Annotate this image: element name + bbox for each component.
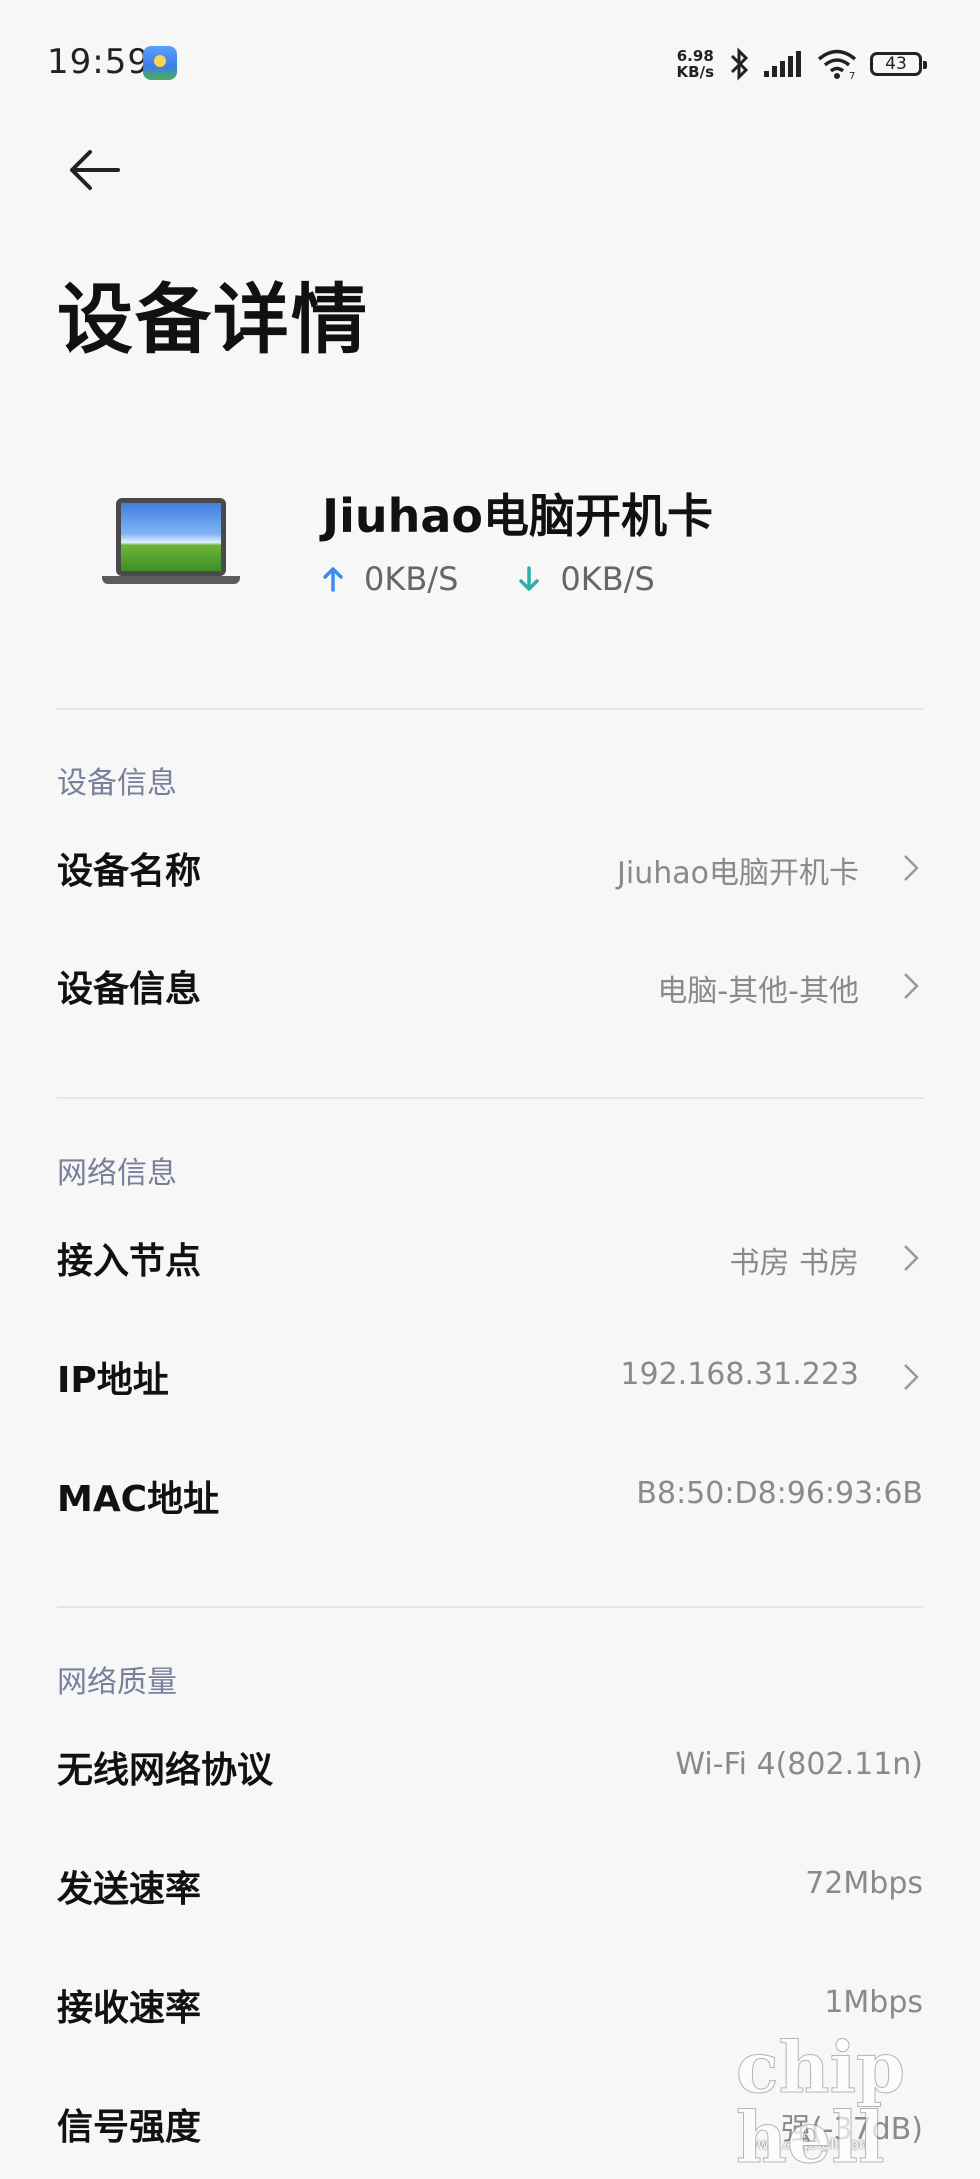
row-value: 72Mbps [805, 1866, 923, 1901]
row-value: 书房 书房 [729, 1246, 859, 1281]
section-title-network-info: 网络信息 [57, 1156, 177, 1191]
upload-speed-value: 0KB/S [364, 560, 459, 598]
back-arrow-icon[interactable] [64, 140, 124, 200]
wifi-badge: 7 [849, 71, 855, 80]
arrow-up-icon [323, 567, 343, 592]
row-wireless-protocol: 无线网络协议 Wi-Fi 4(802.11n) [57, 1727, 923, 1807]
row-value: Jiuhao电脑开机卡 [617, 856, 859, 891]
device-header: Jiuhao电脑开机卡 0KB/S 0KB/S [0, 460, 980, 660]
network-speed-unit: KB/s [676, 63, 714, 81]
row-device-info[interactable]: 设备信息 电脑-其他-其他 [57, 946, 923, 1026]
row-value: B8:50:D8:96:93:6B [636, 1476, 923, 1511]
device-speed-row: 0KB/S 0KB/S [322, 560, 655, 598]
row-label: 信号强度 [57, 2107, 202, 2148]
wifi-icon: 7 [817, 49, 857, 80]
download-speed-value: 0KB/S [560, 560, 655, 598]
row-label: 设备信息 [57, 969, 202, 1010]
device-name-title: Jiuhao电脑开机卡 [322, 489, 714, 543]
row-value: 192.168.31.223 [620, 1357, 859, 1392]
row-value: 1Mbps [824, 1985, 923, 2020]
laptop-icon [102, 498, 240, 588]
chevron-right-icon [904, 1364, 919, 1390]
row-ip-address[interactable]: IP地址 192.168.31.223 [57, 1337, 923, 1417]
row-value: 电脑-其他-其他 [657, 974, 859, 1009]
status-indicators: 6.98 KB/s 7 43 [677, 44, 927, 84]
row-label: IP地址 [57, 1360, 169, 1401]
network-speed-indicator: 6.98 KB/s [677, 48, 714, 80]
upload-speed: 0KB/S [322, 560, 458, 598]
chevron-right-icon [904, 855, 919, 881]
status-bar: 19:59 6.98 KB/s 7 43 [0, 0, 980, 120]
watermark: www.chiphell.com chip hell [736, 2032, 966, 2173]
row-value: Wi-Fi 4(802.11n) [675, 1747, 923, 1782]
chevron-right-icon [904, 1245, 919, 1271]
section-title-device-info: 设备信息 [57, 766, 177, 801]
cellular-signal-icon [764, 51, 801, 77]
divider [57, 708, 923, 710]
row-label: 接入节点 [57, 1241, 202, 1282]
chevron-right-icon [904, 973, 919, 999]
battery-level: 43 [885, 54, 907, 74]
bluetooth-icon [730, 47, 749, 81]
section-title-network-quality: 网络质量 [57, 1665, 177, 1700]
divider [57, 1097, 923, 1099]
row-send-rate: 发送速率 72Mbps [57, 1846, 923, 1926]
status-time: 19:59 [47, 42, 150, 82]
row-access-node[interactable]: 接入节点 书房 书房 [57, 1218, 923, 1298]
row-label: 设备名称 [57, 851, 202, 892]
row-device-name[interactable]: 设备名称 Jiuhao电脑开机卡 [57, 828, 923, 908]
download-speed: 0KB/S [518, 560, 655, 598]
row-label: MAC地址 [57, 1479, 220, 1520]
row-label: 发送速率 [57, 1869, 202, 1910]
arrow-down-icon [519, 566, 540, 591]
watermark-logo: chip hell [736, 2026, 906, 2179]
row-mac-address: MAC地址 B8:50:D8:96:93:6B [57, 1456, 923, 1536]
divider [57, 1606, 923, 1608]
page-title: 设备详情 [57, 275, 369, 364]
network-speed-value: 6.98 [676, 47, 714, 65]
row-label: 接收速率 [57, 1988, 202, 2029]
battery-icon: 43 [870, 52, 927, 76]
row-label: 无线网络协议 [57, 1750, 274, 1791]
gallery-app-icon [143, 46, 177, 80]
